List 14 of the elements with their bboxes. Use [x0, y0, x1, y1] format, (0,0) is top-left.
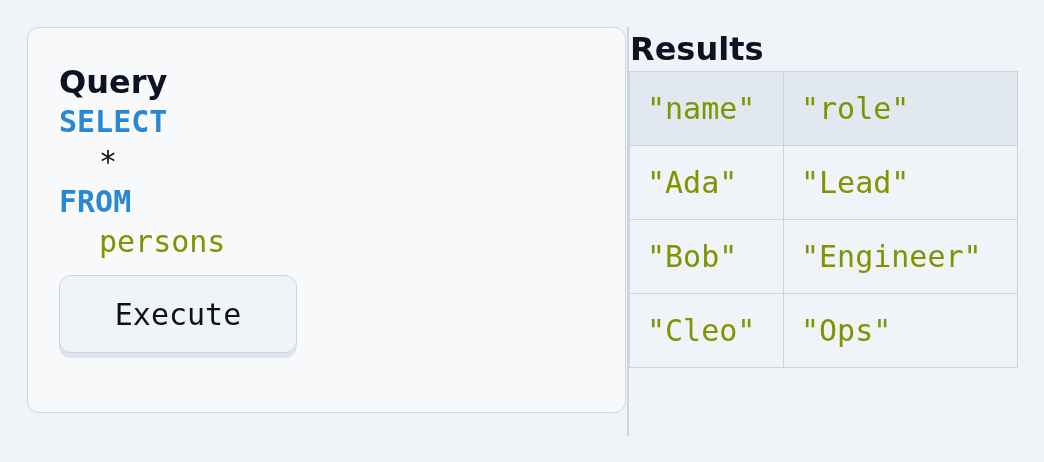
sql-keyword: SELECT — [59, 103, 168, 141]
table-cell: "Cleo" — [629, 293, 784, 368]
column-header: "name" — [629, 71, 784, 146]
table-cell: "Bob" — [629, 219, 784, 294]
sql-identifier: persons — [98, 223, 226, 261]
sql-keyword: FROM — [59, 183, 132, 221]
query-title: Query — [59, 62, 168, 103]
results-title: Results — [630, 29, 764, 70]
column-header: "role" — [783, 71, 1018, 146]
sql-operator: * — [98, 143, 118, 181]
table-cell: "Ops" — [783, 293, 1018, 368]
table-cell: "Ada" — [629, 145, 784, 220]
table-cell: "Lead" — [783, 145, 1018, 220]
table-cell: "Engineer" — [783, 219, 1018, 294]
